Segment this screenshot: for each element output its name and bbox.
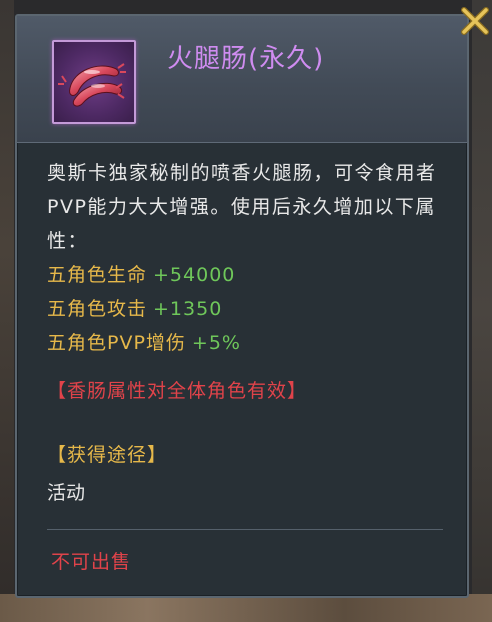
item-description: 奥斯卡独家秘制的喷香火腿肠，可令食用者PVP能力大大增强。使用后永久增加以下属性… [47, 162, 437, 252]
item-name: 火腿肠(永久) [167, 44, 325, 74]
attribute-value: +5% [191, 332, 241, 354]
source-value: 活动 [47, 482, 86, 504]
attribute-name: 五角色攻击 [47, 298, 148, 320]
item-details: 奥斯卡独家秘制的喷香火腿肠，可令食用者PVP能力大大增强。使用后永久增加以下属性… [47, 156, 447, 510]
sausage-icon [58, 63, 126, 107]
background-left [0, 0, 14, 622]
background-right [472, 0, 492, 622]
close-button[interactable] [460, 6, 490, 36]
source-title: 【获得途径】 [47, 444, 168, 466]
divider [47, 529, 443, 530]
attribute-name: 五角色PVP增伤 [47, 332, 186, 354]
close-icon [461, 7, 489, 35]
item-tooltip-panel: 火腿肠(永久) 奥斯卡独家秘制的喷香火腿肠，可令食用者PVP能力大大增强。使用后… [15, 14, 469, 598]
attribute-value: +54000 [153, 264, 236, 286]
attribute-row: 五角色生命 +54000 [47, 258, 447, 292]
sell-status: 不可出售 [51, 551, 132, 573]
attribute-row: 五角色攻击 +1350 [47, 292, 447, 326]
attribute-row: 五角色PVP增伤 +5% [47, 326, 447, 360]
attribute-note: 【香肠属性对全体角色有效】 [47, 380, 308, 402]
background-bottom [0, 594, 492, 622]
attribute-value: +1350 [153, 298, 223, 320]
item-icon-frame [52, 40, 136, 124]
attribute-name: 五角色生命 [47, 264, 148, 286]
item-header: 火腿肠(永久) [17, 16, 467, 143]
